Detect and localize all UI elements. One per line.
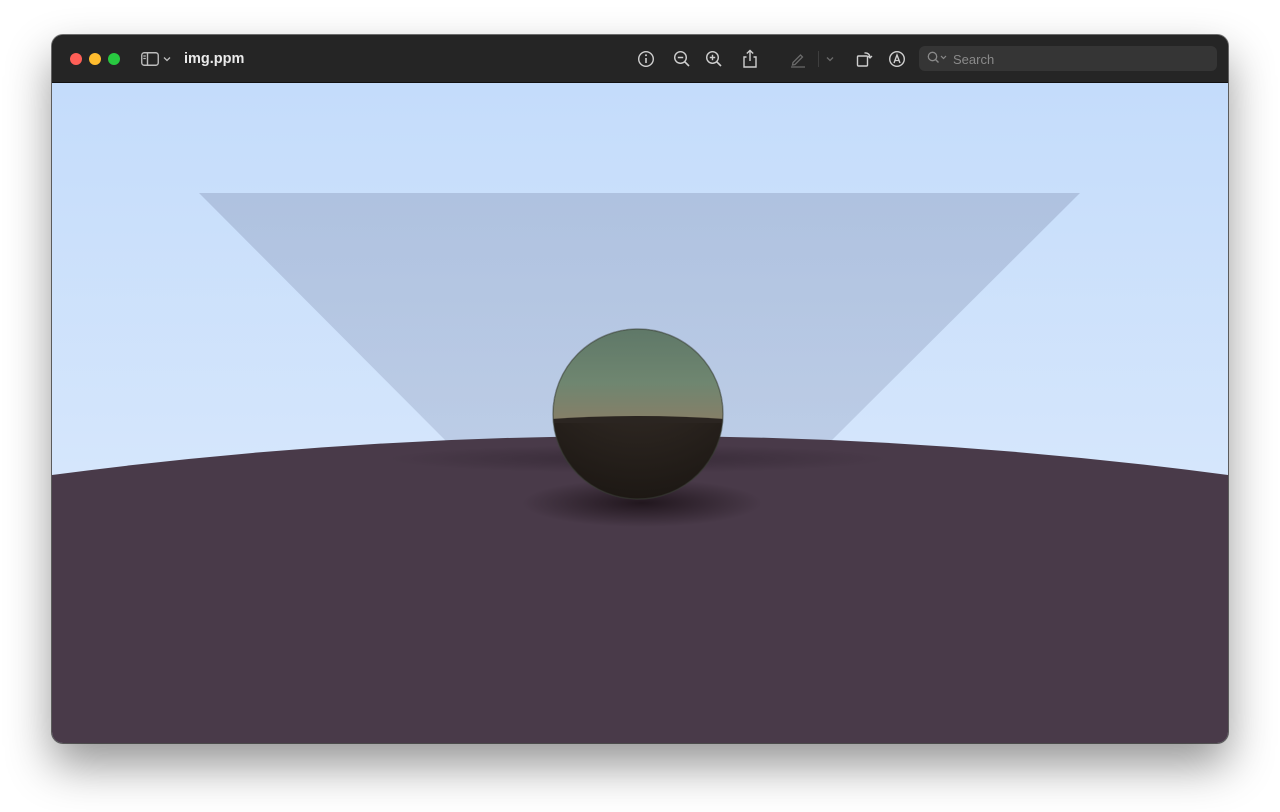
rotate-button[interactable] [853, 48, 875, 70]
toolbar-divider [818, 51, 819, 67]
share-button[interactable] [739, 48, 761, 70]
rendered-image [52, 83, 1228, 743]
chevron-down-icon [163, 57, 171, 62]
search-icon [927, 51, 947, 63]
pencil-icon [791, 54, 805, 68]
zoom-in-icon [705, 50, 722, 67]
close-window-button[interactable] [70, 53, 82, 65]
markup-icon [888, 50, 906, 68]
sidebar-toggle-button[interactable] [141, 49, 175, 69]
minimize-window-button[interactable] [89, 53, 101, 65]
zoom-out-button[interactable] [671, 48, 693, 70]
window-title: img.ppm [184, 51, 245, 67]
highlight-button[interactable] [787, 48, 809, 70]
search-field[interactable] [919, 46, 1217, 71]
info-button[interactable] [635, 48, 657, 70]
share-icon [743, 49, 757, 68]
zoom-in-button[interactable] [703, 48, 725, 70]
search-input[interactable] [951, 49, 1205, 70]
title-bar[interactable]: img.ppm [52, 35, 1228, 83]
image-canvas[interactable] [52, 83, 1228, 743]
sidebar-icon [141, 52, 159, 66]
preview-window: img.ppm [52, 35, 1228, 743]
zoom-out-icon [673, 50, 690, 67]
highlight-menu-button[interactable] [820, 48, 840, 70]
zoom-window-button[interactable] [108, 53, 120, 65]
rotate-icon [856, 52, 873, 67]
markup-button[interactable] [886, 48, 908, 70]
chevron-down-icon [826, 57, 834, 62]
info-icon [637, 50, 655, 68]
